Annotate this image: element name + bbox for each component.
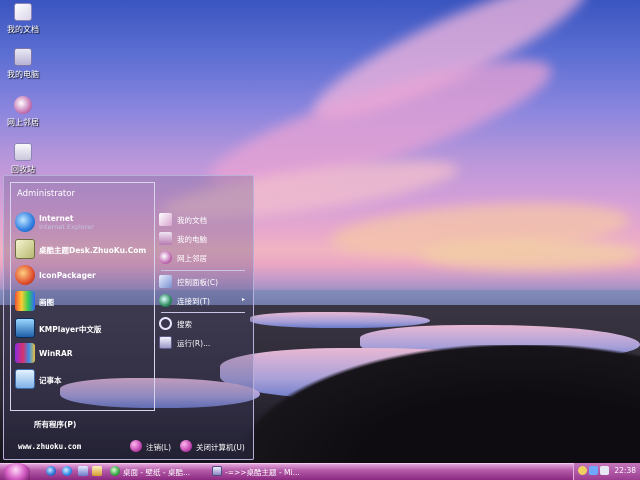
task-label: 桌面 - 壁纸 - 桌酷... xyxy=(123,468,191,477)
place-label: 网上邻居 xyxy=(177,254,207,263)
tray-volume-icon[interactable] xyxy=(600,466,609,475)
iconpackager-icon xyxy=(15,265,35,285)
place-label: 控制面板(C) xyxy=(177,278,219,287)
program-title: KMPlayer中文版 xyxy=(39,325,102,334)
submenu-arrow-icon: ▸ xyxy=(241,296,245,303)
quicklaunch-browser-icon[interactable] xyxy=(46,466,56,476)
user-name: Administrator xyxy=(17,189,75,199)
documents-icon xyxy=(159,213,172,226)
paint-icon xyxy=(15,291,35,311)
tray-user-icon[interactable] xyxy=(578,466,587,475)
winrar-icon xyxy=(15,343,35,363)
program-zhuoku[interactable]: 桌酷主题Desk.ZhuoKu.Com xyxy=(15,239,155,261)
program-paint[interactable]: 画图 xyxy=(15,291,155,313)
clock: 22:38 xyxy=(614,466,636,475)
place-label: 我的文档 xyxy=(177,216,207,225)
program-title: 记事本 xyxy=(39,376,62,385)
program-title: 画图 xyxy=(39,298,54,307)
documents-icon xyxy=(14,3,32,21)
menu-separator xyxy=(161,270,245,271)
taskbar-button-window[interactable]: -=>>桌酷主题 - Mi... xyxy=(210,464,310,479)
quicklaunch-desktop-icon[interactable] xyxy=(78,466,88,476)
program-title: IconPackager xyxy=(39,271,96,280)
program-internet-explorer[interactable]: Internet Internet Explorer xyxy=(15,212,155,234)
network-icon xyxy=(14,96,32,114)
run-icon xyxy=(159,336,172,349)
desktop-icon-my-documents[interactable]: 我的文档 xyxy=(0,3,46,35)
place-label: 连接到(T) xyxy=(177,297,210,306)
recycle-bin-icon xyxy=(14,143,32,161)
place-label: 运行(R)... xyxy=(177,339,211,348)
kmplayer-icon xyxy=(15,318,35,338)
desktop-icon-label: 网上邻居 xyxy=(7,118,39,127)
search-icon xyxy=(159,317,172,330)
network-icon xyxy=(159,251,172,264)
desktop-icon-recycle-bin[interactable]: 回收站 xyxy=(0,143,46,175)
all-programs-button[interactable]: 所有程序(P) xyxy=(34,419,76,430)
program-title: Internet xyxy=(39,214,74,223)
connect-icon xyxy=(159,294,172,307)
quicklaunch-media-icon[interactable] xyxy=(92,466,102,476)
browser-icon xyxy=(110,466,120,476)
start-menu: Administrator Internet Internet Explorer… xyxy=(3,175,254,460)
place-search[interactable]: 搜索 xyxy=(159,316,249,332)
notepad-icon xyxy=(15,369,35,389)
logoff-label: 注销(L) xyxy=(146,443,172,452)
taskbar-button-browser[interactable]: 桌面 - 壁纸 - 桌酷... xyxy=(108,464,206,479)
zhuoku-icon xyxy=(15,239,35,259)
place-my-documents[interactable]: 我的文档 xyxy=(159,212,249,228)
place-label: 我的电脑 xyxy=(177,235,207,244)
window-icon xyxy=(212,466,222,476)
internet-explorer-icon xyxy=(15,212,35,232)
tray-network-icon[interactable] xyxy=(589,466,598,475)
desktop-icon-label: 我的文档 xyxy=(7,25,39,34)
control-panel-icon xyxy=(159,275,172,288)
start-menu-footer: www.zhuoku.com 注销(L) 关闭计算机(U) xyxy=(4,436,253,458)
program-iconpackager[interactable]: IconPackager xyxy=(15,265,155,287)
place-label: 搜索 xyxy=(177,320,192,329)
task-label: -=>>桌酷主题 - Mi... xyxy=(225,468,300,477)
desktop-icon-label: 我的电脑 xyxy=(7,70,39,79)
place-connect-to[interactable]: 连接到(T) ▸ xyxy=(159,293,249,309)
quicklaunch-ie-icon[interactable] xyxy=(62,466,72,476)
place-run[interactable]: 运行(R)... xyxy=(159,335,249,351)
program-title: WinRAR xyxy=(39,349,73,358)
site-url: www.zhuoku.com xyxy=(18,442,82,451)
start-button[interactable] xyxy=(4,463,30,480)
place-control-panel[interactable]: 控制面板(C) xyxy=(159,274,249,290)
start-menu-programs-pane: Administrator Internet Internet Explorer… xyxy=(10,182,155,411)
program-winrar[interactable]: WinRAR xyxy=(15,343,155,365)
program-kmplayer[interactable]: KMPlayer中文版 xyxy=(15,318,155,340)
desktop-icon-label: 回收站 xyxy=(11,165,35,174)
place-network[interactable]: 网上邻居 xyxy=(159,250,249,266)
program-notepad[interactable]: 记事本 xyxy=(15,369,155,391)
desktop-icon-my-computer[interactable]: 我的电脑 xyxy=(0,48,46,80)
program-title: 桌酷主题Desk.ZhuoKu.Com xyxy=(39,246,147,255)
computer-icon xyxy=(159,232,172,245)
desktop-icon-network[interactable]: 网上邻居 xyxy=(0,96,46,128)
menu-separator xyxy=(161,312,245,313)
logoff-icon xyxy=(130,440,142,452)
shutdown-label: 关闭计算机(U) xyxy=(196,443,245,452)
power-icon xyxy=(180,440,192,452)
program-subtitle: Internet Explorer xyxy=(39,223,94,231)
computer-icon xyxy=(14,48,32,66)
system-tray: 22:38 xyxy=(573,463,640,480)
place-my-computer[interactable]: 我的电脑 xyxy=(159,231,249,247)
